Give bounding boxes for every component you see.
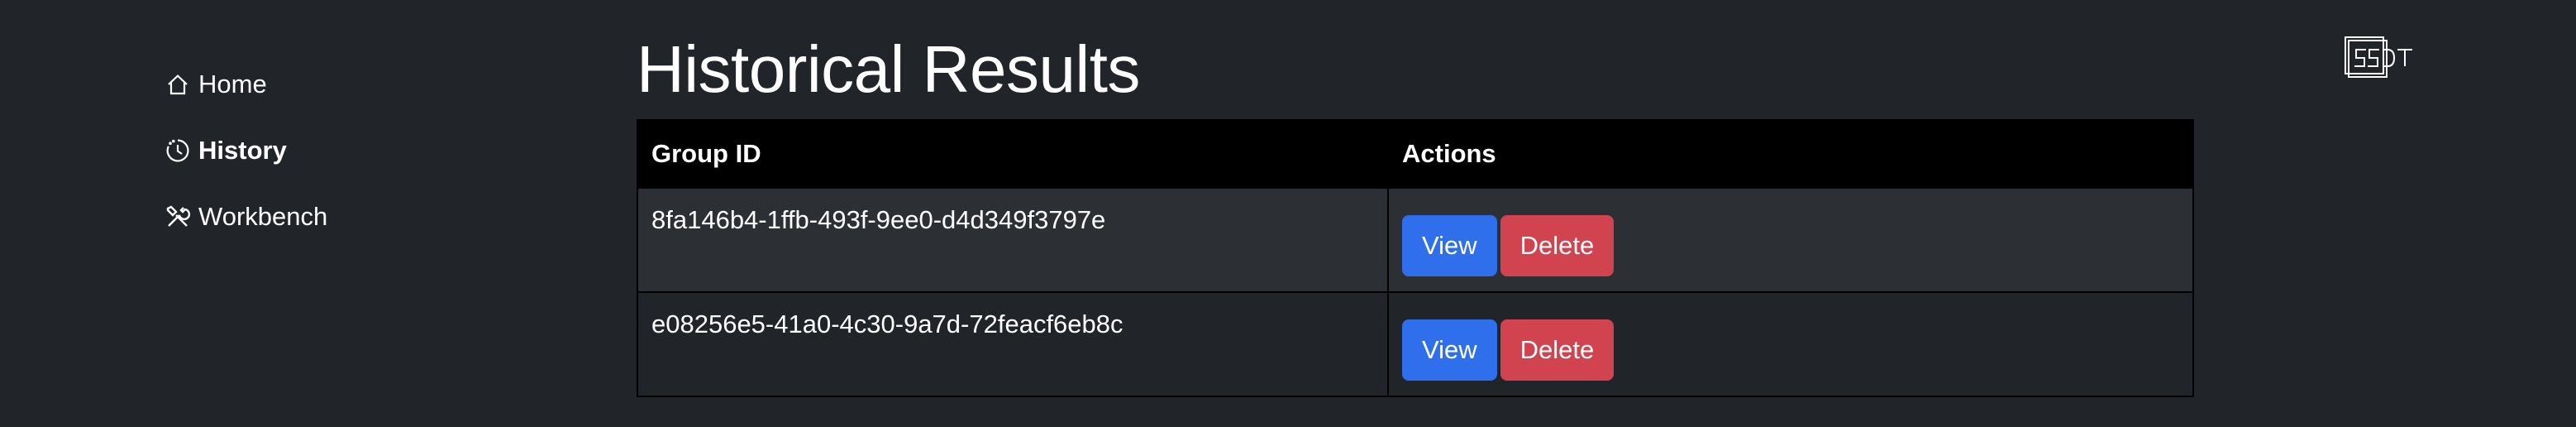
results-table: Group ID Actions 8fa146b4-1ffb-493f-9ee0… — [637, 119, 2194, 397]
delete-button[interactable]: Delete — [1500, 319, 1615, 381]
sidebar-item-home[interactable]: Home — [164, 66, 461, 103]
table-row: 8fa146b4-1ffb-493f-9ee0-d4d349f3797e Vie… — [637, 187, 2194, 293]
sidebar-item-label: Workbench — [198, 202, 328, 231]
delete-button[interactable]: Delete — [1500, 215, 1615, 276]
sidebar: Home History Workbench — [164, 66, 461, 265]
sidebar-item-label: History — [198, 136, 287, 165]
clock-icon — [164, 137, 192, 165]
sidebar-item-history[interactable]: History — [164, 132, 461, 169]
column-header-actions: Actions — [1387, 119, 2194, 189]
page-title: Historical Results — [637, 32, 1140, 106]
actions-cell: View Delete — [1387, 291, 2194, 397]
view-button[interactable]: View — [1402, 319, 1497, 381]
sidebar-item-label: Home — [198, 70, 267, 98]
sidebar-item-workbench[interactable]: Workbench — [164, 199, 461, 235]
column-header-group-id: Group ID — [637, 119, 1389, 189]
main-content: Historical Results Group ID Actions 8fa1… — [637, 25, 2194, 397]
view-button[interactable]: View — [1402, 215, 1497, 276]
tools-icon — [164, 203, 192, 231]
group-id-cell: e08256e5-41a0-4c30-9a7d-72feacf6eb8c — [637, 291, 1389, 397]
ssdt-logo — [2345, 36, 2427, 79]
group-id-cell: 8fa146b4-1ffb-493f-9ee0-d4d349f3797e — [637, 187, 1389, 293]
home-icon — [164, 70, 192, 98]
table-header-row: Group ID Actions — [637, 119, 2194, 189]
table-row: e08256e5-41a0-4c30-9a7d-72feacf6eb8c Vie… — [637, 291, 2194, 397]
app-page: Home History Workbench Historical Result… — [0, 0, 2576, 427]
actions-cell: View Delete — [1387, 187, 2194, 293]
